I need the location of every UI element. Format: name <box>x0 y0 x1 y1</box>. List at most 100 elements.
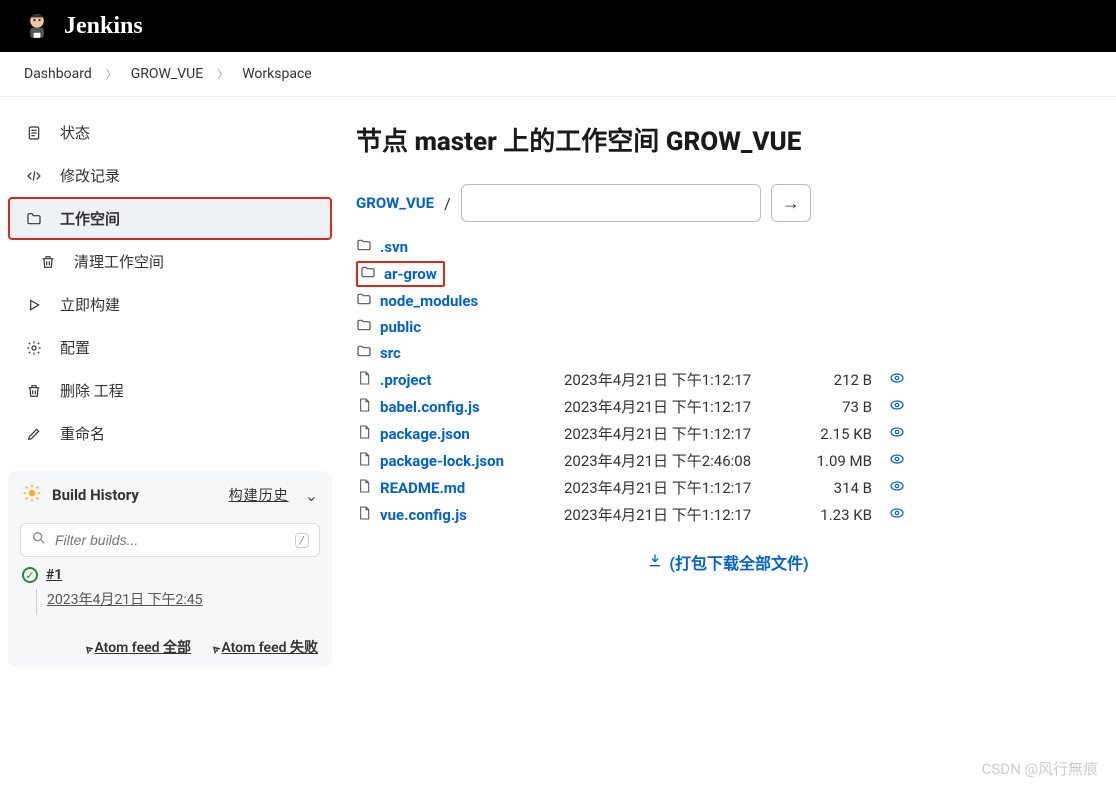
file-icon <box>356 424 372 444</box>
arrow-right-icon: → <box>782 193 800 214</box>
file-row: vue.config.js2023年4月21日 下午1:12:171.23 KB <box>356 501 1100 528</box>
view-file-button[interactable] <box>880 397 914 417</box>
download-icon <box>647 554 667 573</box>
play-icon <box>24 295 44 315</box>
sidebar-item-7[interactable]: 重命名 <box>8 412 332 455</box>
sidebar-item-1[interactable]: 修改记录 <box>8 154 332 197</box>
dir-row: public <box>356 314 1100 340</box>
file-row: .project 2023年4月21日 下午1:12:17 212 B <box>356 366 1100 393</box>
file-icon <box>356 451 372 471</box>
sidebar-item-5[interactable]: 配置 <box>8 326 332 369</box>
filter-builds-input[interactable] <box>55 532 295 548</box>
folder-icon <box>356 291 372 311</box>
path-input[interactable] <box>461 184 761 222</box>
eye-icon <box>889 507 905 525</box>
file-size: 1.09 MB <box>792 452 872 470</box>
file-link[interactable]: package.json <box>356 424 556 444</box>
dir-link[interactable]: public <box>356 317 421 337</box>
build-history-title: Build History <box>52 486 219 504</box>
breadcrumb: Dashboard 〉 GROW_VUE 〉 Workspace <box>0 52 1116 97</box>
atom-feed-fail[interactable]: ⟑Atom feed 失败 <box>211 640 318 656</box>
eye-icon <box>889 453 905 471</box>
download-all-link[interactable]: (打包下载全部文件) <box>669 554 808 573</box>
file-row: babel.config.js2023年4月21日 下午1:12:1773 B <box>356 393 1100 420</box>
main-content: 节点 master 上的工作空间 GROW_VUE GROW_VUE / → .… <box>340 97 1116 681</box>
watermark: CSDN @风行無痕 <box>982 758 1098 779</box>
view-file-button[interactable] <box>880 505 914 525</box>
workspace-root-link[interactable]: GROW_VUE <box>356 194 434 212</box>
jenkins-logo-icon <box>20 9 54 43</box>
build-history-panel: Build History 构建历史 ⌄ / ✓ #1 2023年4月21日 下… <box>8 471 332 667</box>
chevron-right-icon: 〉 <box>217 66 228 82</box>
atom-feed-all[interactable]: ⟑Atom feed 全部 <box>84 640 191 656</box>
gear-icon <box>24 338 44 358</box>
file-icon <box>356 505 372 525</box>
file-date: 2023年4月21日 下午1:12:17 <box>564 477 784 498</box>
sidebar-item-label: 配置 <box>60 337 90 358</box>
file-link[interactable]: babel.config.js <box>356 397 556 417</box>
folder-icon <box>356 317 372 337</box>
eye-icon <box>889 372 905 390</box>
breadcrumb-dashboard[interactable]: Dashboard <box>24 66 92 82</box>
eye-icon <box>889 399 905 417</box>
file-icon <box>356 397 372 417</box>
file-link[interactable]: .project <box>356 370 556 390</box>
view-file-button[interactable] <box>880 478 914 498</box>
sidebar-item-2[interactable]: 工作空间 <box>8 197 332 240</box>
dir-link[interactable]: src <box>356 343 401 363</box>
xml-icon <box>24 166 44 186</box>
file-size: 314 B <box>792 479 872 497</box>
file-icon <box>356 478 372 498</box>
dir-row: ar-grow <box>356 261 445 287</box>
file-date: 2023年4月21日 下午1:12:17 <box>564 423 784 444</box>
sidebar-item-label: 状态 <box>60 122 90 143</box>
build-date-link[interactable]: 2023年4月21日 下午2:45 <box>36 589 203 615</box>
folder-icon <box>356 343 372 363</box>
breadcrumb-workspace[interactable]: Workspace <box>242 66 312 82</box>
file-date: 2023年4月21日 下午1:12:17 <box>564 504 784 525</box>
sidebar-item-label: 工作空间 <box>60 208 120 229</box>
folder-icon <box>24 209 44 229</box>
slash-shortcut-icon: / <box>295 533 309 548</box>
sidebar-item-label: 清理工作空间 <box>74 251 164 272</box>
dir-link[interactable]: .svn <box>356 237 408 257</box>
file-date: 2023年4月21日 下午1:12:17 <box>564 396 784 417</box>
sidebar-item-label: 重命名 <box>60 423 105 444</box>
trash-icon <box>38 252 58 272</box>
file-icon <box>356 370 372 390</box>
go-button[interactable]: → <box>771 184 811 222</box>
sidebar: 状态修改记录工作空间清理工作空间立即构建配置删除 工程重命名 Build His… <box>0 97 340 681</box>
file-date: 2023年4月21日 下午1:12:17 <box>564 369 784 390</box>
folder-icon <box>356 237 372 257</box>
dir-link[interactable]: ar-grow <box>360 264 437 284</box>
sun-icon <box>22 483 42 507</box>
file-link[interactable]: README.md <box>356 478 556 498</box>
view-file-button[interactable] <box>880 451 914 471</box>
eye-icon <box>889 426 905 444</box>
view-file-button[interactable] <box>880 370 914 390</box>
sidebar-item-0[interactable]: 状态 <box>8 111 332 154</box>
top-header: Jenkins <box>0 0 1116 52</box>
pencil-icon <box>24 424 44 444</box>
filter-builds-search[interactable]: / <box>20 523 320 557</box>
view-file-button[interactable] <box>880 424 914 444</box>
file-date: 2023年4月21日 下午2:46:08 <box>564 450 784 471</box>
chevron-right-icon: 〉 <box>106 66 117 82</box>
file-size: 212 B <box>792 371 872 389</box>
file-size: 2.15 KB <box>792 425 872 443</box>
file-list: .svn ar-grow node_modulespublic src .projec… <box>356 234 1100 528</box>
dir-row: .svn <box>356 234 1100 260</box>
build-trend-link[interactable]: 构建历史 <box>229 485 289 505</box>
file-link[interactable]: package-lock.json <box>356 451 556 471</box>
sidebar-item-6[interactable]: 删除 工程 <box>8 369 332 412</box>
file-row: package-lock.json 2023年4月21日 下午2:46:08 1.0… <box>356 447 1100 474</box>
build-number-link[interactable]: #1 <box>46 567 62 583</box>
dir-link[interactable]: node_modules <box>356 291 478 311</box>
trash-icon <box>24 381 44 401</box>
sidebar-item-4[interactable]: 立即构建 <box>8 283 332 326</box>
folder-icon <box>360 264 376 284</box>
sidebar-item-3[interactable]: 清理工作空间 <box>8 240 332 283</box>
breadcrumb-project[interactable]: GROW_VUE <box>131 66 203 82</box>
file-link[interactable]: vue.config.js <box>356 505 556 525</box>
file-row: README.md 2023年4月21日 下午1:12:17 314 B <box>356 474 1100 501</box>
